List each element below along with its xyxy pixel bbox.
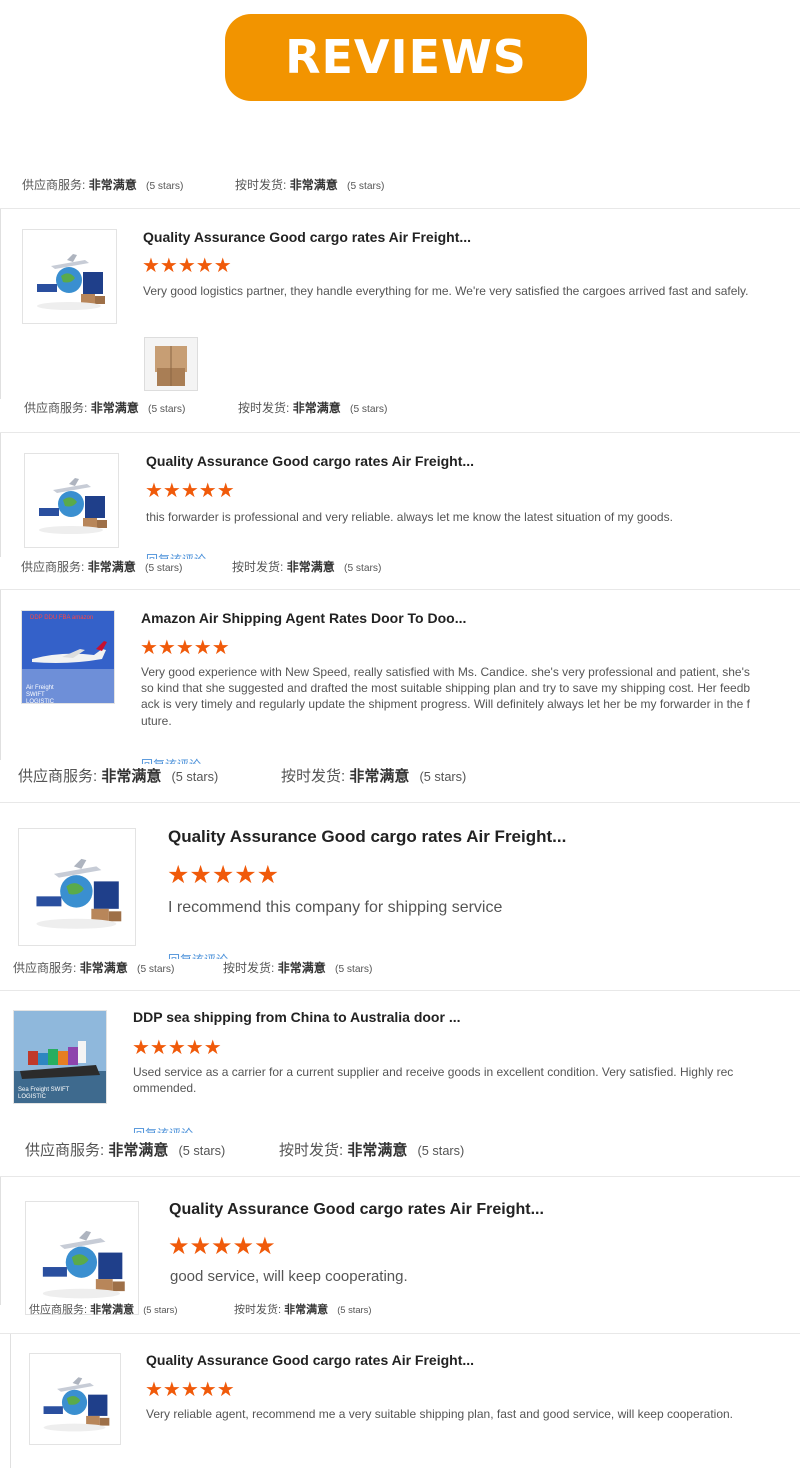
on-time-label: 按时发货: <box>223 961 275 975</box>
rating-stars: ★★★★★ <box>167 860 280 889</box>
supplier-service-stars: (5 stars) <box>178 1143 226 1158</box>
product-thumbnail[interactable] <box>18 828 136 946</box>
reply-link[interactable]: 回复该评论 <box>168 951 248 959</box>
supplier-service-stars: (5 stars) <box>171 769 219 784</box>
on-time-label: 按时发货: <box>234 1304 282 1316</box>
product-thumbnail[interactable] <box>24 453 119 548</box>
product-thumbnail[interactable] <box>22 229 117 324</box>
supplier-service-label: 供应商服务: <box>25 1142 105 1159</box>
on-time-stars: (5 stars) <box>350 404 388 415</box>
supplier-service-value: 非常满意 <box>90 1304 135 1316</box>
reply-link[interactable]: 回复该评论 <box>141 756 211 764</box>
review-product-title[interactable]: Quality Assurance Good cargo rates Air F… <box>169 1201 544 1219</box>
review-photo-boxes[interactable] <box>144 337 198 391</box>
thumb-caption-top: DDP DDU FBA amazon <box>30 615 94 621</box>
rating-summary-row: 供应商服务: 非常满意 (5 stars) 按时发货: 非常满意 (5 star… <box>0 1139 800 1165</box>
supplier-service-value: 非常满意 <box>108 1142 169 1159</box>
on-time-value: 非常满意 <box>347 1142 408 1159</box>
product-thumbnail[interactable]: DDP DDU FBA amazon Air Freight SWIFT LOG… <box>21 610 115 704</box>
reviews-banner: REVIEWS <box>225 14 587 101</box>
rating-stars: ★★★★★ <box>140 635 230 659</box>
on-time-label: 按时发货: <box>281 768 346 785</box>
rating-stars: ★★★★★ <box>168 1232 276 1260</box>
rating-stars: ★★★★★ <box>132 1035 222 1059</box>
supplier-service-value: 非常满意 <box>88 178 137 192</box>
review-card: Quality Assurance Good cargo rates Air F… <box>0 1333 800 1468</box>
on-time-stars: (5 stars) <box>417 1143 465 1158</box>
on-time-value: 非常满意 <box>284 1304 329 1316</box>
supplier-service-value: 非常满意 <box>90 401 139 415</box>
supplier-service-stars: (5 stars) <box>145 563 183 574</box>
supplier-service-label: 供应商服务: <box>29 1304 88 1316</box>
supplier-service-value: 非常满意 <box>101 768 162 785</box>
review-text: good service, will keep cooperating. <box>170 1268 408 1285</box>
rating-stars: ★★★★★ <box>142 253 232 277</box>
rating-summary-row: 供应商服务: 非常满意 (5 stars) 按时发货: 非常满意 (5 star… <box>0 959 800 985</box>
product-thumbnail[interactable] <box>25 1201 139 1315</box>
on-time-label: 按时发货: <box>279 1142 344 1159</box>
review-product-title[interactable]: Quality Assurance Good cargo rates Air F… <box>146 1352 474 1368</box>
on-time-value: 非常满意 <box>349 768 410 785</box>
on-time-label: 按时发货: <box>232 560 284 574</box>
supplier-service-stars: (5 stars) <box>137 964 175 975</box>
review-card: Sea Freight SWIFT LOGISTIC DDP sea shipp… <box>0 990 800 1133</box>
review-text: I recommend this company for shipping se… <box>168 899 503 916</box>
supplier-service-stars: (5 stars) <box>146 181 184 192</box>
product-thumbnail[interactable]: Sea Freight SWIFT LOGISTIC <box>13 1010 107 1104</box>
rating-summary-row: 供应商服务: 非常满意 (5 stars) 按时发货: 非常满意 (5 star… <box>0 1303 800 1319</box>
review-product-title[interactable]: Amazon Air Shipping Agent Rates Door To … <box>141 610 466 626</box>
supplier-service-stars: (5 stars) <box>148 404 186 415</box>
review-text: Very good experience with New Speed, rea… <box>141 665 751 728</box>
on-time-stars: (5 stars) <box>344 563 382 574</box>
rating-summary-row: 供应商服务: 非常满意 (5 stars) 按时发货: 非常满意 (5 star… <box>0 765 800 791</box>
on-time-stars: (5 stars) <box>347 181 385 192</box>
on-time-label: 按时发货: <box>238 401 290 415</box>
supplier-service-value: 非常满意 <box>87 560 136 574</box>
rating-summary-row: 供应商服务: 非常满意 (5 stars) 按时发货: 非常满意 (5 star… <box>0 558 800 584</box>
supplier-service-label: 供应商服务: <box>13 961 77 975</box>
review-product-title[interactable]: DDP sea shipping from China to Australia… <box>133 1009 460 1025</box>
review-product-title[interactable]: Quality Assurance Good cargo rates Air F… <box>143 229 471 245</box>
supplier-service-label: 供应商服务: <box>22 178 86 192</box>
rating-summary-row: 供应商服务: 非常满意 (5 stars) 按时发货: 非常满意 (5 star… <box>0 399 800 425</box>
thumb-caption-bottom: Air Freight SWIFT LOGISTIC <box>26 685 55 704</box>
on-time-stars: (5 stars) <box>337 1305 372 1315</box>
review-card: Quality Assurance Good cargo rates Air F… <box>0 432 800 559</box>
review-text: Very reliable agent, recommend me a very… <box>146 1407 733 1421</box>
supplier-service-label: 供应商服务: <box>21 560 85 574</box>
review-text: Used service as a carrier for a current … <box>133 1065 734 1096</box>
rating-summary-row: 供应商服务: 非常满意 (5 stars) 按时发货: 非常满意 (5 star… <box>0 176 800 202</box>
on-time-value: 非常满意 <box>277 961 326 975</box>
product-thumbnail[interactable] <box>29 1353 121 1445</box>
on-time-value: 非常满意 <box>286 560 335 574</box>
on-time-value: 非常满意 <box>289 178 338 192</box>
review-text: Very good logistics partner, they handle… <box>143 284 749 298</box>
on-time-stars: (5 stars) <box>419 769 467 784</box>
supplier-service-label: 供应商服务: <box>18 768 98 785</box>
reply-link[interactable]: 回复该评论 <box>133 1125 203 1133</box>
rating-stars: ★★★★★ <box>145 1377 235 1401</box>
supplier-service-value: 非常满意 <box>79 961 128 975</box>
supplier-service-label: 供应商服务: <box>24 401 88 415</box>
on-time-stars: (5 stars) <box>335 964 373 975</box>
review-product-title[interactable]: Quality Assurance Good cargo rates Air F… <box>146 453 474 469</box>
review-card: Quality Assurance Good cargo rates Air F… <box>0 802 800 959</box>
review-text: this forwarder is professional and very … <box>146 510 673 524</box>
rating-stars: ★★★★★ <box>145 478 235 502</box>
on-time-label: 按时发货: <box>235 178 287 192</box>
review-product-title[interactable]: Quality Assurance Good cargo rates Air F… <box>168 827 566 847</box>
review-card: Quality Assurance Good cargo rates Air F… <box>0 208 800 399</box>
on-time-value: 非常满意 <box>292 401 341 415</box>
supplier-service-stars: (5 stars) <box>143 1305 178 1315</box>
review-card: DDP DDU FBA amazon Air Freight SWIFT LOG… <box>0 589 800 764</box>
thumb-caption-bottom: Sea Freight SWIFT LOGISTIC <box>18 1087 70 1101</box>
review-card: Quality Assurance Good cargo rates Air F… <box>0 1176 800 1315</box>
